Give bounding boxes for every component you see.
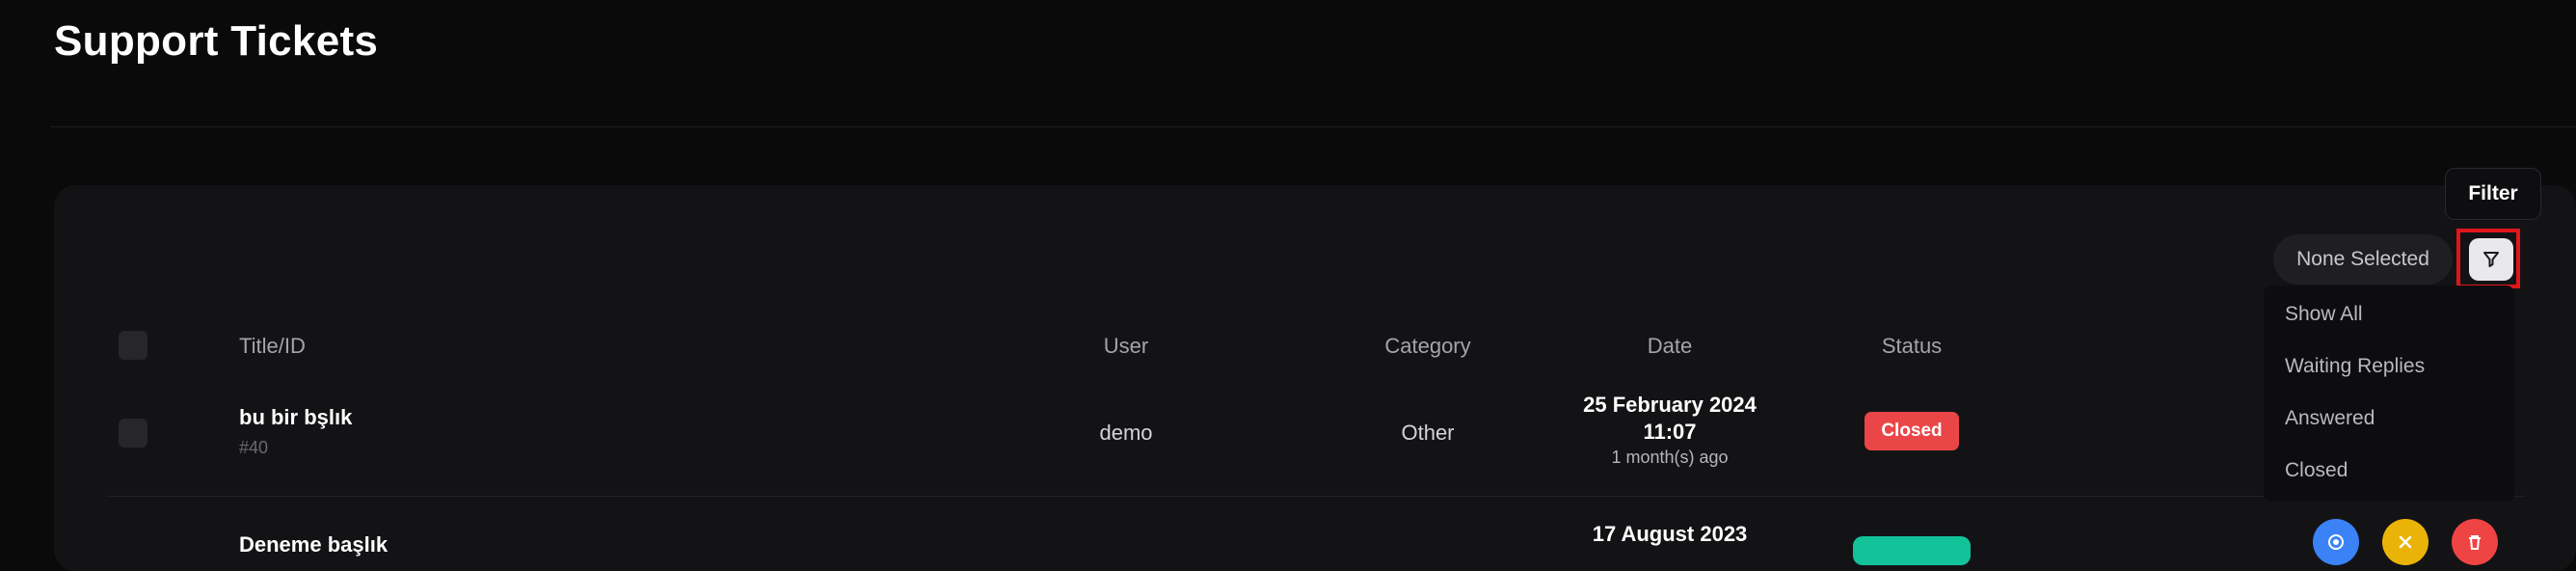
eye-icon: [2328, 534, 2344, 550]
ticket-id: #40: [239, 438, 269, 457]
filter-dropdown: Show All Waiting Replies Answered Closed: [2264, 286, 2514, 502]
status-badge: Closed: [1865, 412, 1959, 450]
column-date[interactable]: Date: [1648, 334, 1692, 359]
ticket-time: 11:07: [1643, 420, 1697, 444]
ticket-title[interactable]: bu bir bşlık: [239, 405, 352, 430]
select-all-checkbox[interactable]: [119, 331, 148, 360]
ticket-relative-time: 1 month(s) ago: [1611, 448, 1729, 467]
filter-option-answered[interactable]: Answered: [2285, 407, 2375, 430]
filter-button[interactable]: [2469, 238, 2513, 281]
ticket-user: demo: [1099, 421, 1153, 445]
filter-selection[interactable]: None Selected: [2273, 234, 2453, 285]
filter-tooltip: Filter: [2445, 168, 2541, 220]
column-title-id[interactable]: Title/ID: [239, 334, 306, 359]
close-icon: [2399, 535, 2412, 549]
tickets-card: [54, 185, 2576, 571]
filter-icon: [2483, 252, 2499, 267]
table-row[interactable]: bu bir bşlık #40: [239, 405, 352, 458]
row-checkbox[interactable]: [119, 419, 148, 448]
ticket-date: 17 August 2023: [1592, 522, 1748, 546]
trash-icon: [2469, 535, 2481, 550]
close-ticket-button[interactable]: [2382, 519, 2428, 565]
page-title: Support Tickets: [54, 17, 379, 65]
column-status[interactable]: Status: [1882, 334, 1942, 359]
filter-option-waiting-replies[interactable]: Waiting Replies: [2285, 355, 2425, 378]
status-badge: [1853, 536, 1971, 565]
filter-option-closed[interactable]: Closed: [2285, 459, 2348, 482]
filter-option-show-all[interactable]: Show All: [2285, 303, 2363, 326]
column-user[interactable]: User: [1104, 334, 1148, 359]
ticket-title[interactable]: Deneme başlık: [239, 532, 388, 557]
header-divider: [50, 126, 2576, 127]
ticket-date-block: 25 February 2024 11:07 1 month(s) ago: [1583, 392, 1757, 469]
delete-button[interactable]: [2452, 519, 2498, 565]
row-divider: [106, 496, 2526, 497]
column-category[interactable]: Category: [1384, 334, 1470, 359]
ticket-date: 25 February 2024: [1583, 393, 1757, 417]
view-button[interactable]: [2313, 519, 2359, 565]
ticket-category: Other: [1401, 421, 1455, 445]
